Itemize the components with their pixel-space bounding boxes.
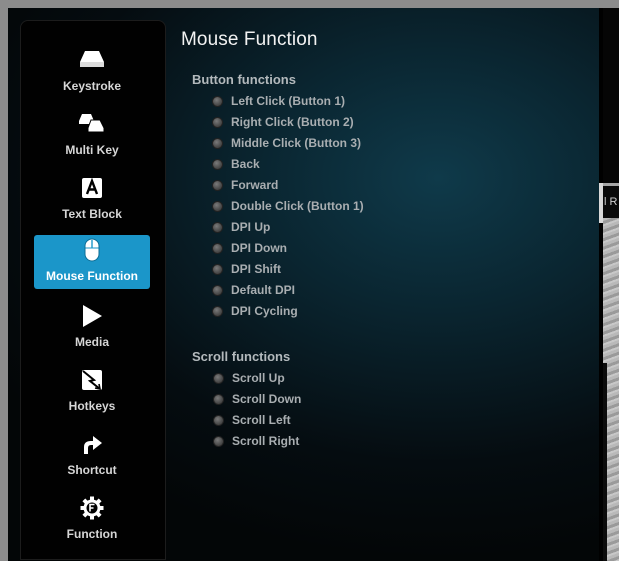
sidebar-item-label: Mouse Function [46,269,138,283]
button-functions-heading: Button functions [192,72,296,87]
option-label: Scroll Right [232,434,300,448]
radio-button[interactable] [212,263,223,275]
button-function-option[interactable]: DPI Cycling [212,301,298,321]
radio-button[interactable] [213,414,224,426]
letter-a-icon [34,175,150,201]
command-type-sidebar: Keystroke Multi Key Text Block Mouse Fun… [20,20,166,560]
play-icon [34,303,150,329]
sidebar-item-label: Keystroke [62,79,122,93]
button-function-option[interactable]: Forward [212,175,278,195]
radio-button[interactable] [213,393,224,405]
option-label: Right Click (Button 2) [231,115,354,129]
sidebar-item-shortcut[interactable]: Shortcut [34,429,150,483]
button-function-option[interactable]: DPI Down [212,238,287,258]
multi-keycap-icon [34,111,150,137]
mouse-icon [34,237,150,263]
background-frame-left [0,0,8,561]
button-function-option[interactable]: Middle Click (Button 3) [212,133,361,153]
option-label: DPI Shift [231,262,281,276]
option-label: Scroll Down [232,392,302,406]
keycap-icon [34,47,150,73]
scroll-functions-heading: Scroll functions [192,349,291,364]
background-dark-region [603,8,619,183]
button-function-option[interactable]: DPI Shift [212,259,281,279]
sidebar-item-label: Hotkeys [68,399,116,413]
radio-button[interactable] [212,221,223,233]
function-gear-icon [34,495,150,521]
option-label: Default DPI [231,283,296,297]
option-label: Double Click (Button 1) [231,199,364,213]
background-window-edge: l R [599,8,619,561]
radio-button[interactable] [212,242,223,254]
background-scrollbar [603,363,607,561]
sidebar-item-hotkeys[interactable]: Hotkeys [34,365,150,419]
button-function-option[interactable]: Left Click (Button 1) [212,91,345,111]
option-label: Scroll Left [232,413,291,427]
radio-button[interactable] [212,95,223,107]
sidebar-item-function[interactable]: Function [34,493,150,547]
scroll-function-option[interactable]: Scroll Right [213,431,299,451]
scroll-function-option[interactable]: Scroll Down [213,389,301,409]
button-function-option[interactable]: Right Click (Button 2) [212,112,354,132]
option-label: Forward [231,178,279,192]
sidebar-item-multi-key[interactable]: Multi Key [34,109,150,163]
sidebar-item-text-block[interactable]: Text Block [34,173,150,227]
sidebar-item-label: Media [74,335,109,349]
radio-button[interactable] [212,116,223,128]
radio-button[interactable] [213,435,224,447]
radio-button[interactable] [212,200,223,212]
option-label: Middle Click (Button 3) [231,136,361,150]
option-label: DPI Up [231,220,271,234]
radio-button[interactable] [213,372,224,384]
option-label: Left Click (Button 1) [231,94,345,108]
option-label: DPI Down [231,241,287,255]
sidebar-item-mouse-function[interactable]: Mouse Function [34,235,150,289]
option-label: DPI Cycling [231,304,298,318]
radio-button[interactable] [212,305,223,317]
button-function-option[interactable]: Default DPI [212,280,295,300]
shortcut-arrow-icon [34,431,150,457]
radio-button[interactable] [212,284,223,296]
option-label: Back [231,157,260,171]
button-function-option[interactable]: DPI Up [212,217,270,237]
button-function-option[interactable]: Double Click (Button 1) [212,196,364,216]
background-tab[interactable]: l R [603,186,619,218]
sidebar-item-label: Function [66,527,118,541]
button-function-option[interactable]: Back [212,154,260,174]
scroll-function-option[interactable]: Scroll Up [213,368,285,388]
scroll-function-option[interactable]: Scroll Left [213,410,291,430]
option-label: Scroll Up [232,371,285,385]
radio-button[interactable] [212,158,223,170]
radio-button[interactable] [212,137,223,149]
sidebar-item-media[interactable]: Media [34,301,150,355]
sidebar-item-keystroke[interactable]: Keystroke [34,45,150,99]
sidebar-item-label: Text Block [62,207,122,221]
sidebar-item-label: Shortcut [67,463,117,477]
sidebar-item-label: Multi Key [65,143,119,157]
background-frame-top [0,0,619,8]
hotkey-icon [34,367,150,393]
page-title: Mouse Function [181,29,318,50]
radio-button[interactable] [212,179,223,191]
